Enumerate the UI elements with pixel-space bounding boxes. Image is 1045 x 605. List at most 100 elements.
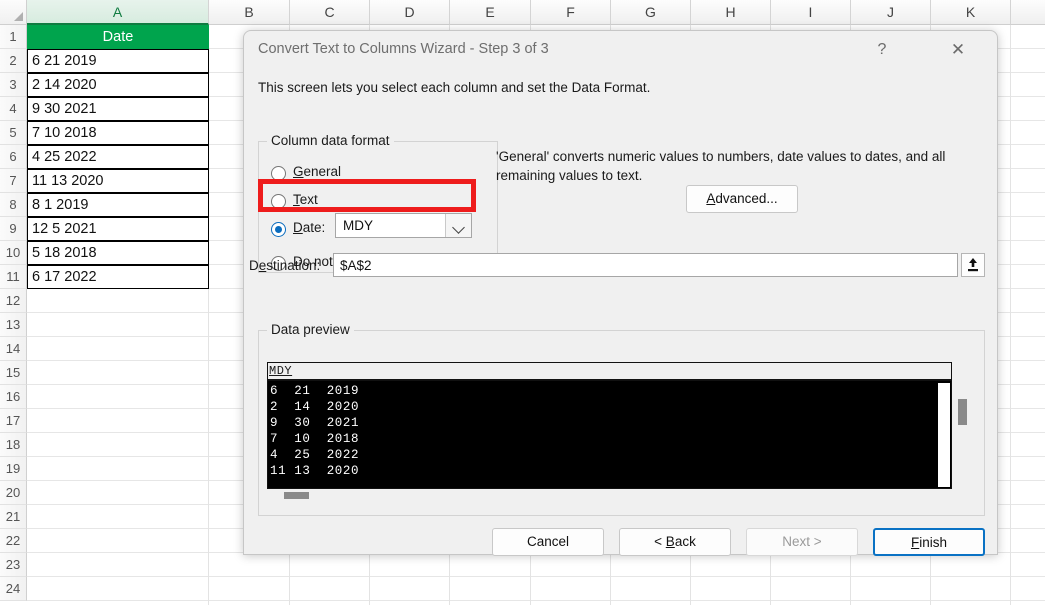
destination-input[interactable]: $A$2 bbox=[333, 253, 958, 277]
cancel-button[interactable]: Cancel bbox=[492, 528, 604, 556]
advanced-button[interactable]: Advanced... bbox=[686, 185, 798, 213]
grid-hline bbox=[27, 576, 1045, 577]
collapse-dialog-icon[interactable] bbox=[961, 253, 985, 277]
cell-a9[interactable]: 12 5 2021 bbox=[27, 217, 209, 241]
column-header-a[interactable]: A bbox=[27, 0, 209, 25]
row-headers: 1 2 3 4 5 6 7 8 9 10 11 12 13 14 15 16 17 18 19 20 21 22 23 24 bbox=[0, 25, 27, 605]
column-header-d[interactable]: D bbox=[370, 0, 450, 25]
date-option-highlight-box bbox=[258, 179, 476, 212]
column-header-f[interactable]: F bbox=[531, 0, 611, 25]
next-button-label: Next > bbox=[782, 534, 822, 549]
column-header-b[interactable]: B bbox=[209, 0, 290, 25]
row-header-20[interactable]: 20 bbox=[0, 481, 27, 505]
column-headers: ABCDEFGHIJKL bbox=[27, 0, 1045, 25]
row-header-17[interactable]: 17 bbox=[0, 409, 27, 433]
dialog-intro-text: This screen lets you select each column … bbox=[258, 80, 651, 95]
grid-vline bbox=[1010, 25, 1011, 605]
column-header-e[interactable]: E bbox=[450, 0, 531, 25]
row-header-2[interactable]: 2 bbox=[0, 49, 27, 73]
column-header-l[interactable]: L bbox=[1011, 0, 1045, 25]
cell-a10[interactable]: 5 18 2018 bbox=[27, 241, 209, 265]
row-header-14[interactable]: 14 bbox=[0, 337, 27, 361]
row-header-21[interactable]: 21 bbox=[0, 505, 27, 529]
dialog-title: Convert Text to Columns Wizard - Step 3 … bbox=[258, 41, 549, 57]
finish-button-label: Finish bbox=[910, 535, 947, 550]
finish-button[interactable]: Finish bbox=[873, 528, 985, 556]
data-preview-vertical-scrollbar[interactable] bbox=[957, 362, 971, 489]
column-header-c[interactable]: C bbox=[290, 0, 370, 25]
cell-a3[interactable]: 2 14 2020 bbox=[27, 73, 209, 97]
data-preview-empty-gutter bbox=[938, 383, 950, 487]
close-icon[interactable]: ✕ bbox=[935, 31, 981, 69]
data-preview-table[interactable]: MDY 6 21 2019 2 14 2020 9 30 2021 7 10 2018… bbox=[267, 362, 952, 489]
data-preview-legend: Data preview bbox=[267, 322, 354, 337]
column-header-j[interactable]: J bbox=[851, 0, 931, 25]
cell-a5[interactable]: 7 10 2018 bbox=[27, 121, 209, 145]
dialog-titlebar: Convert Text to Columns Wizard - Step 3 … bbox=[244, 31, 997, 69]
back-button[interactable]: < Back bbox=[619, 528, 731, 556]
cell-a2[interactable]: 6 21 2019 bbox=[27, 49, 209, 73]
data-preview-horizontal-scrollbar-thumb[interactable] bbox=[284, 492, 309, 499]
back-button-label: < Back bbox=[654, 534, 696, 549]
data-preview-rows: 6 21 2019 2 14 2020 9 30 2021 7 10 2018 4 25… bbox=[268, 383, 937, 488]
row-header-7[interactable]: 7 bbox=[0, 169, 27, 193]
row-header-8[interactable]: 8 bbox=[0, 193, 27, 217]
data-preview-row: 11 13 2020 bbox=[270, 464, 360, 478]
select-all-triangle-icon bbox=[14, 12, 23, 21]
column-header-k[interactable]: K bbox=[931, 0, 1011, 25]
row-header-3[interactable]: 3 bbox=[0, 73, 27, 97]
row-header-23[interactable]: 23 bbox=[0, 553, 27, 577]
row-header-24[interactable]: 24 bbox=[0, 577, 27, 601]
row-header-13[interactable]: 13 bbox=[0, 313, 27, 337]
data-preview-vertical-scrollbar-thumb[interactable] bbox=[958, 399, 967, 425]
data-preview-row: 7 10 2018 bbox=[270, 432, 360, 446]
select-all-corner[interactable] bbox=[0, 0, 27, 25]
column-header-h[interactable]: H bbox=[691, 0, 771, 25]
row-header-4[interactable]: 4 bbox=[0, 97, 27, 121]
row-header-16[interactable]: 16 bbox=[0, 385, 27, 409]
column-header-i[interactable]: I bbox=[771, 0, 851, 25]
data-preview-row: 6 21 2019 bbox=[270, 384, 360, 398]
grid-hline bbox=[27, 600, 1045, 601]
data-preview-row: 2 14 2020 bbox=[270, 400, 360, 414]
cell-a4[interactable]: 9 30 2021 bbox=[27, 97, 209, 121]
row-header-19[interactable]: 19 bbox=[0, 457, 27, 481]
row-header-11[interactable]: 11 bbox=[0, 265, 27, 289]
row-header-22[interactable]: 22 bbox=[0, 529, 27, 553]
data-preview-row: 4 25 2022 bbox=[270, 448, 360, 462]
radio-date-label: Date: bbox=[293, 220, 326, 235]
row-header-6[interactable]: 6 bbox=[0, 145, 27, 169]
cell-a8[interactable]: 8 1 2019 bbox=[27, 193, 209, 217]
cancel-button-label: Cancel bbox=[526, 534, 570, 549]
row-header-10[interactable]: 10 bbox=[0, 241, 27, 265]
destination-value: $A$2 bbox=[340, 258, 372, 273]
data-preview-header-row: MDY bbox=[268, 363, 951, 381]
column-data-format-legend: Column data format bbox=[267, 133, 394, 148]
data-preview-row: 9 30 2021 bbox=[270, 416, 360, 430]
radio-date-circle-icon bbox=[271, 222, 286, 237]
date-format-dropdown[interactable]: MDY bbox=[335, 213, 472, 238]
chevron-down-icon bbox=[452, 221, 465, 234]
cell-a6[interactable]: 4 25 2022 bbox=[27, 145, 209, 169]
cell-a11[interactable]: 6 17 2022 bbox=[27, 265, 209, 289]
text-to-columns-wizard-dialog: Convert Text to Columns Wizard - Step 3 … bbox=[243, 30, 998, 556]
format-description-text: 'General' converts numeric values to num… bbox=[496, 149, 946, 183]
column-header-g[interactable]: G bbox=[611, 0, 691, 25]
row-header-15[interactable]: 15 bbox=[0, 361, 27, 385]
next-button[interactable]: Next > bbox=[746, 528, 858, 556]
help-icon[interactable]: ? bbox=[859, 31, 905, 69]
row-header-12[interactable]: 12 bbox=[0, 289, 27, 313]
cell-a1[interactable]: Date bbox=[27, 25, 209, 49]
row-header-18[interactable]: 18 bbox=[0, 433, 27, 457]
data-preview-panel: MDY 6 21 2019 2 14 2020 9 30 2021 7 10 2018… bbox=[267, 362, 971, 489]
row-header-5[interactable]: 5 bbox=[0, 121, 27, 145]
row-header-1[interactable]: 1 bbox=[0, 25, 27, 49]
data-preview-column-header: MDY bbox=[269, 364, 293, 378]
row-header-9[interactable]: 9 bbox=[0, 217, 27, 241]
destination-label: Destination: bbox=[249, 258, 321, 273]
cell-a7[interactable]: 11 13 2020 bbox=[27, 169, 209, 193]
data-preview-horizontal-scrollbar[interactable] bbox=[267, 490, 967, 500]
date-format-dropdown-button[interactable] bbox=[445, 214, 471, 237]
date-format-value: MDY bbox=[343, 218, 373, 233]
application-window: ABCDEFGHIJKL 123456789101112131415161718… bbox=[0, 0, 1045, 605]
